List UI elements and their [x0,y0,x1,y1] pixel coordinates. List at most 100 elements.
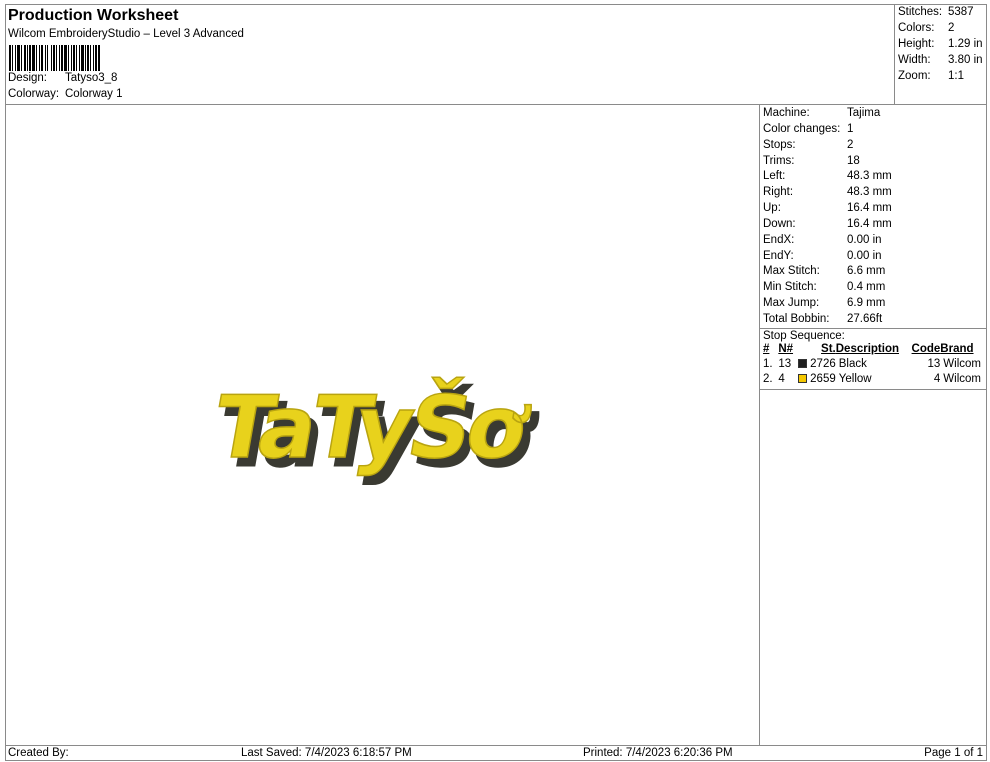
table-row: 1. 13 2726 Black 13 Wilcom [763,357,984,372]
stop-sequence-label: Stop Sequence: [763,329,845,342]
stop-sequence-table: # N# St. Description Code Brand 1. 13 2726 Bl… [763,342,984,387]
detail-label: Trims: [763,154,795,167]
stitch-value: 2726 [810,358,836,371]
stitch-value: 2659 [810,373,836,386]
color-swatch [797,374,807,384]
column-header: St. [821,343,836,356]
column-header: Brand [940,343,974,356]
color-code: 4 [933,373,941,386]
detail-value: 0.4 mm [847,281,886,294]
detail-label: Machine: [763,107,810,119]
summary-label: Stitches: [898,6,943,18]
details-panel: Machine: Tajima Color changes: 1 Stops: 2 Trim… [759,105,987,745]
detail-value: 27.66ft [847,312,883,325]
detail-row: Max Jump: 6.9 mm [760,296,987,312]
summary-value: 1:1 [948,70,964,82]
column-header: Description [835,343,900,356]
detail-label: Total Bobbin: [763,312,830,325]
summary-row: Colors: 2 [898,21,987,37]
detail-label: Color changes: [763,122,841,135]
detail-label: EndY: [763,249,794,262]
needle-number: 4 [778,372,797,387]
detail-label: Up: [763,202,781,215]
needle-value: 13 [778,358,792,371]
summary-row: Width: 3.80 in [898,53,987,69]
software-name: Wilcom EmbroideryStudio – Level 3 Advanc… [8,28,244,40]
detail-value: 18 [847,154,860,167]
detail-value: 16.4 mm [847,217,892,230]
color-description: Black [838,358,867,371]
table-row: 2. 4 2659 Yellow 4 Wilcom [763,372,984,387]
stitch-count: 2659 [797,372,836,387]
detail-value: 6.6 mm [847,265,886,278]
detail-label: EndX: [763,233,795,246]
detail-row: EndY: 0.00 in [760,249,987,265]
detail-label: Left: [763,170,786,183]
summary-row: Stitches: 5387 [898,5,987,21]
barcode-bar [100,45,101,71]
page-number: Page 1 of 1 [924,747,983,759]
detail-value: 0.00 in [847,249,882,262]
detail-value: 48.3 mm [847,170,892,183]
page-title: Production Worksheet [8,7,179,24]
embroidery-design-image: TaTyŠơ TaTyŠơ [206,375,546,487]
detail-row: Down: 16.4 mm [760,217,987,233]
detail-row: Trims: 18 [760,154,987,170]
detail-row: Right: 48.3 mm [760,185,987,201]
detail-row: Stops: 2 [760,138,987,154]
created-by: Created By: [8,747,69,759]
summary-box: Stitches: 5387 Colors: 2 Height: 1.29 in Width… [894,4,987,105]
printed-date: Printed: 7/4/2023 6:20:36 PM [583,747,733,759]
summary-row: Height: 1.29 in [898,37,987,53]
design-value: Tatyso3_8 [65,72,118,84]
barcode [9,45,151,71]
column-header: Code [911,343,941,356]
summary-label: Colors: [898,22,935,34]
detail-value: Tajima [847,107,881,119]
stop-sequence: Stop Sequence: # N# St. Description Code Bran… [760,327,987,390]
detail-value: 6.9 mm [847,297,886,310]
colorway-value: Colorway 1 [65,88,123,100]
detail-label: Min Stitch: [763,281,817,294]
detail-row: EndX: 0.00 in [760,233,987,249]
thread-brand: Wilcom [943,373,981,386]
detail-label: Max Jump: [763,297,820,310]
worksheet-header: Production Worksheet Wilcom EmbroiderySt… [5,4,987,105]
thread-brand: Wilcom [943,358,981,371]
footer: Created By: Last Saved: 7/4/2023 6:18:57… [5,745,987,761]
needle-value: 4 [778,373,785,386]
color-swatch [797,359,807,369]
design-name-row: Design: Tatyso3_8 [8,72,117,84]
colorway-row: Colorway: Colorway 1 [8,88,123,100]
stop-number: 2. [763,373,773,386]
summary-label: Height: [898,38,935,50]
detail-value: 16.4 mm [847,202,892,215]
summary-value: 1.29 in [948,38,983,50]
detail-row: Max Stitch: 6.6 mm [760,264,987,280]
detail-value: 1 [847,122,854,135]
design-main-text: TaTyŠơ [206,376,538,478]
design-label: Design: [8,72,47,84]
detail-value: 0.00 in [847,233,882,246]
summary-value: 2 [948,22,955,34]
last-saved: Last Saved: 7/4/2023 6:18:57 PM [241,747,412,759]
detail-row: Left: 48.3 mm [760,169,987,185]
color-description: Yellow [838,373,872,386]
detail-value: 48.3 mm [847,186,892,199]
detail-row: Up: 16.4 mm [760,201,987,217]
detail-value: 2 [847,138,854,151]
stitch-count: 2726 [797,357,836,372]
detail-row: Color changes: 1 [760,122,987,138]
summary-row: Zoom: 1:1 [898,69,987,85]
detail-row: Min Stitch: 0.4 mm [760,280,987,296]
detail-label: Right: [763,186,794,199]
detail-label: Down: [763,217,796,230]
summary-value: 3.80 in [948,54,983,66]
column-header: N# [778,343,794,356]
needle-number: 13 [778,357,797,372]
summary-label: Zoom: [898,70,931,82]
column-header: # [763,343,770,356]
detail-label: Max Stitch: [763,265,820,278]
stop-number: 1. [763,358,773,371]
detail-row: Total Bobbin: 27.66ft [760,312,987,328]
